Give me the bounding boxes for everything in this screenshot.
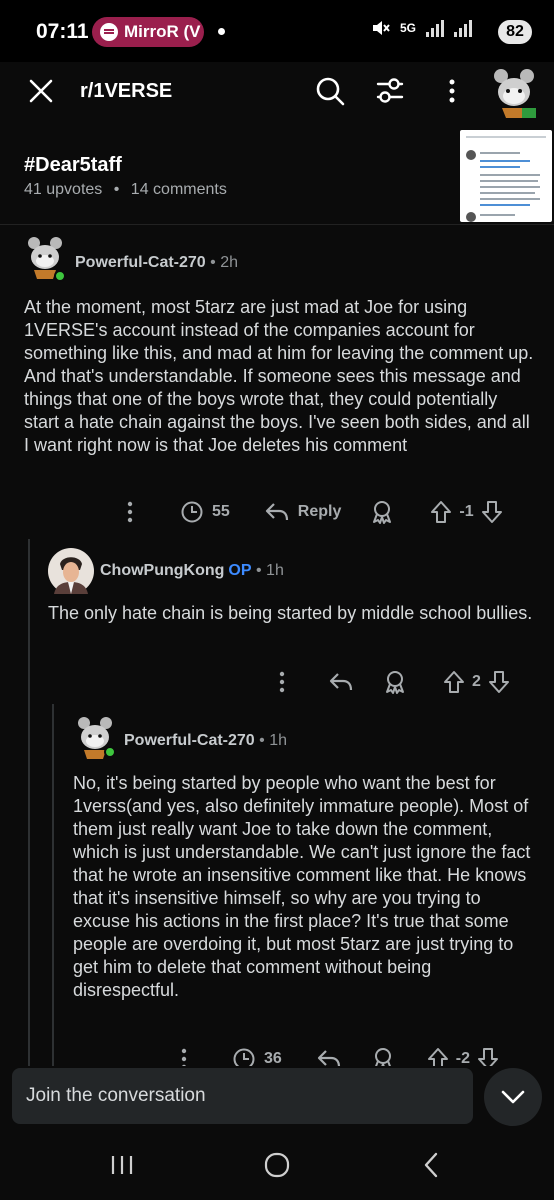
reply-label: Reply bbox=[297, 503, 342, 520]
media-pill[interactable]: MirroR (V bbox=[92, 17, 204, 47]
award-count: 55 bbox=[212, 503, 230, 520]
subreddit-name[interactable]: r/1VERSE bbox=[80, 80, 172, 103]
post-header[interactable]: #Dear5taff 41 upvotes • 14 comments bbox=[0, 120, 554, 225]
next-comment-button[interactable] bbox=[484, 1068, 542, 1126]
nested-thread-line[interactable] bbox=[52, 704, 54, 1066]
vote-controls: -2 bbox=[426, 1046, 500, 1066]
status-time: 07:11 bbox=[36, 20, 89, 43]
clock-award-icon bbox=[181, 501, 203, 523]
comment-body: No, it's being started by people who wan… bbox=[73, 773, 531, 1000]
join-conversation-input[interactable]: Join the conversation bbox=[12, 1068, 473, 1124]
post-thumbnail[interactable] bbox=[460, 130, 552, 222]
media-title: MirroR (V bbox=[124, 22, 201, 41]
recent-apps-icon[interactable] bbox=[110, 1154, 134, 1176]
award-icon[interactable] bbox=[382, 669, 408, 695]
upvote-icon[interactable] bbox=[442, 669, 466, 695]
more-options-icon[interactable] bbox=[122, 500, 138, 524]
post-meta: 41 upvotes • 14 comments bbox=[24, 181, 227, 199]
vote-score: -1 bbox=[459, 503, 474, 520]
reply-icon bbox=[265, 503, 288, 521]
vote-score: 2 bbox=[472, 673, 481, 690]
user-avatar[interactable] bbox=[486, 64, 542, 120]
signal-icon bbox=[426, 19, 444, 37]
close-icon[interactable] bbox=[28, 78, 54, 104]
system-nav-bar bbox=[0, 1132, 554, 1200]
mute-icon bbox=[372, 21, 390, 35]
chevron-down-icon bbox=[501, 1090, 525, 1104]
meta-separator: • bbox=[113, 181, 120, 198]
upvote-icon[interactable] bbox=[429, 499, 453, 525]
op-badge: OP bbox=[228, 562, 252, 579]
spotify-icon bbox=[100, 23, 118, 41]
comment-author[interactable]: Powerful-Cat-270 • 2h bbox=[75, 254, 238, 272]
reply-icon[interactable] bbox=[328, 670, 354, 694]
battery-level: 82 bbox=[498, 20, 532, 44]
comment-body: The only hate chain is being started by … bbox=[48, 603, 533, 623]
award-count-button[interactable]: 36 bbox=[232, 1047, 282, 1066]
signal-2-icon bbox=[454, 19, 472, 37]
sort-filter-icon[interactable] bbox=[375, 76, 405, 106]
composer-bar: Join the conversation bbox=[0, 1066, 554, 1132]
more-options-icon[interactable] bbox=[440, 78, 464, 104]
app-bar: r/1VERSE bbox=[0, 62, 554, 120]
more-options-icon[interactable] bbox=[274, 670, 290, 694]
upvote-icon[interactable] bbox=[426, 1046, 450, 1066]
comment-author[interactable]: ChowPungKong OP • 1h bbox=[100, 562, 284, 580]
reply-button[interactable]: Reply bbox=[264, 500, 342, 524]
status-bar: 07:11 MirroR (V 5G 82 bbox=[0, 0, 554, 62]
comment-age: • 1h bbox=[254, 732, 287, 749]
vote-controls: -1 bbox=[429, 499, 503, 525]
vote-controls: 2 bbox=[442, 669, 511, 695]
comment-actions: 2 bbox=[274, 667, 511, 697]
online-indicator bbox=[54, 270, 66, 282]
comment-body: At the moment, most 5tarz are just mad a… bbox=[24, 297, 534, 455]
downvote-icon[interactable] bbox=[480, 499, 504, 525]
clock-award-icon bbox=[233, 1048, 255, 1066]
comment-author[interactable]: Powerful-Cat-270 • 1h bbox=[124, 732, 287, 750]
award-icon[interactable] bbox=[369, 499, 395, 525]
network-type: 5G bbox=[399, 21, 416, 35]
vote-score: -2 bbox=[455, 1050, 471, 1066]
author-name[interactable]: ChowPungKong bbox=[100, 562, 224, 579]
back-icon[interactable] bbox=[422, 1152, 440, 1178]
home-icon[interactable] bbox=[264, 1152, 290, 1178]
comment-count: 14 comments bbox=[130, 181, 227, 198]
award-count: 36 bbox=[264, 1050, 282, 1066]
online-indicator bbox=[104, 746, 116, 758]
comment-feed[interactable]: Powerful-Cat-270 • 2h At the moment, mos… bbox=[0, 226, 554, 1066]
reply-icon[interactable] bbox=[316, 1047, 342, 1066]
comment-actions: 36 -2 bbox=[176, 1044, 500, 1066]
author-name[interactable]: Powerful-Cat-270 bbox=[124, 732, 255, 749]
status-icons: 5G bbox=[370, 18, 472, 38]
comment-age: • 2h bbox=[205, 254, 238, 271]
comment-actions: 55 Reply -1 bbox=[122, 497, 504, 527]
thread-line[interactable] bbox=[28, 539, 30, 1066]
downvote-icon[interactable] bbox=[476, 1046, 500, 1066]
comment-age: • 1h bbox=[251, 562, 284, 579]
search-icon[interactable] bbox=[315, 76, 345, 106]
commenter-avatar[interactable] bbox=[48, 548, 94, 594]
upvote-count: 41 upvotes bbox=[24, 181, 103, 198]
author-name[interactable]: Powerful-Cat-270 bbox=[75, 254, 206, 271]
post-title[interactable]: #Dear5taff bbox=[24, 154, 122, 177]
award-count-button[interactable]: 55 bbox=[180, 500, 230, 524]
award-icon[interactable] bbox=[370, 1046, 396, 1066]
notification-dot-icon bbox=[218, 28, 225, 35]
downvote-icon[interactable] bbox=[487, 669, 511, 695]
more-options-icon[interactable] bbox=[176, 1047, 192, 1066]
